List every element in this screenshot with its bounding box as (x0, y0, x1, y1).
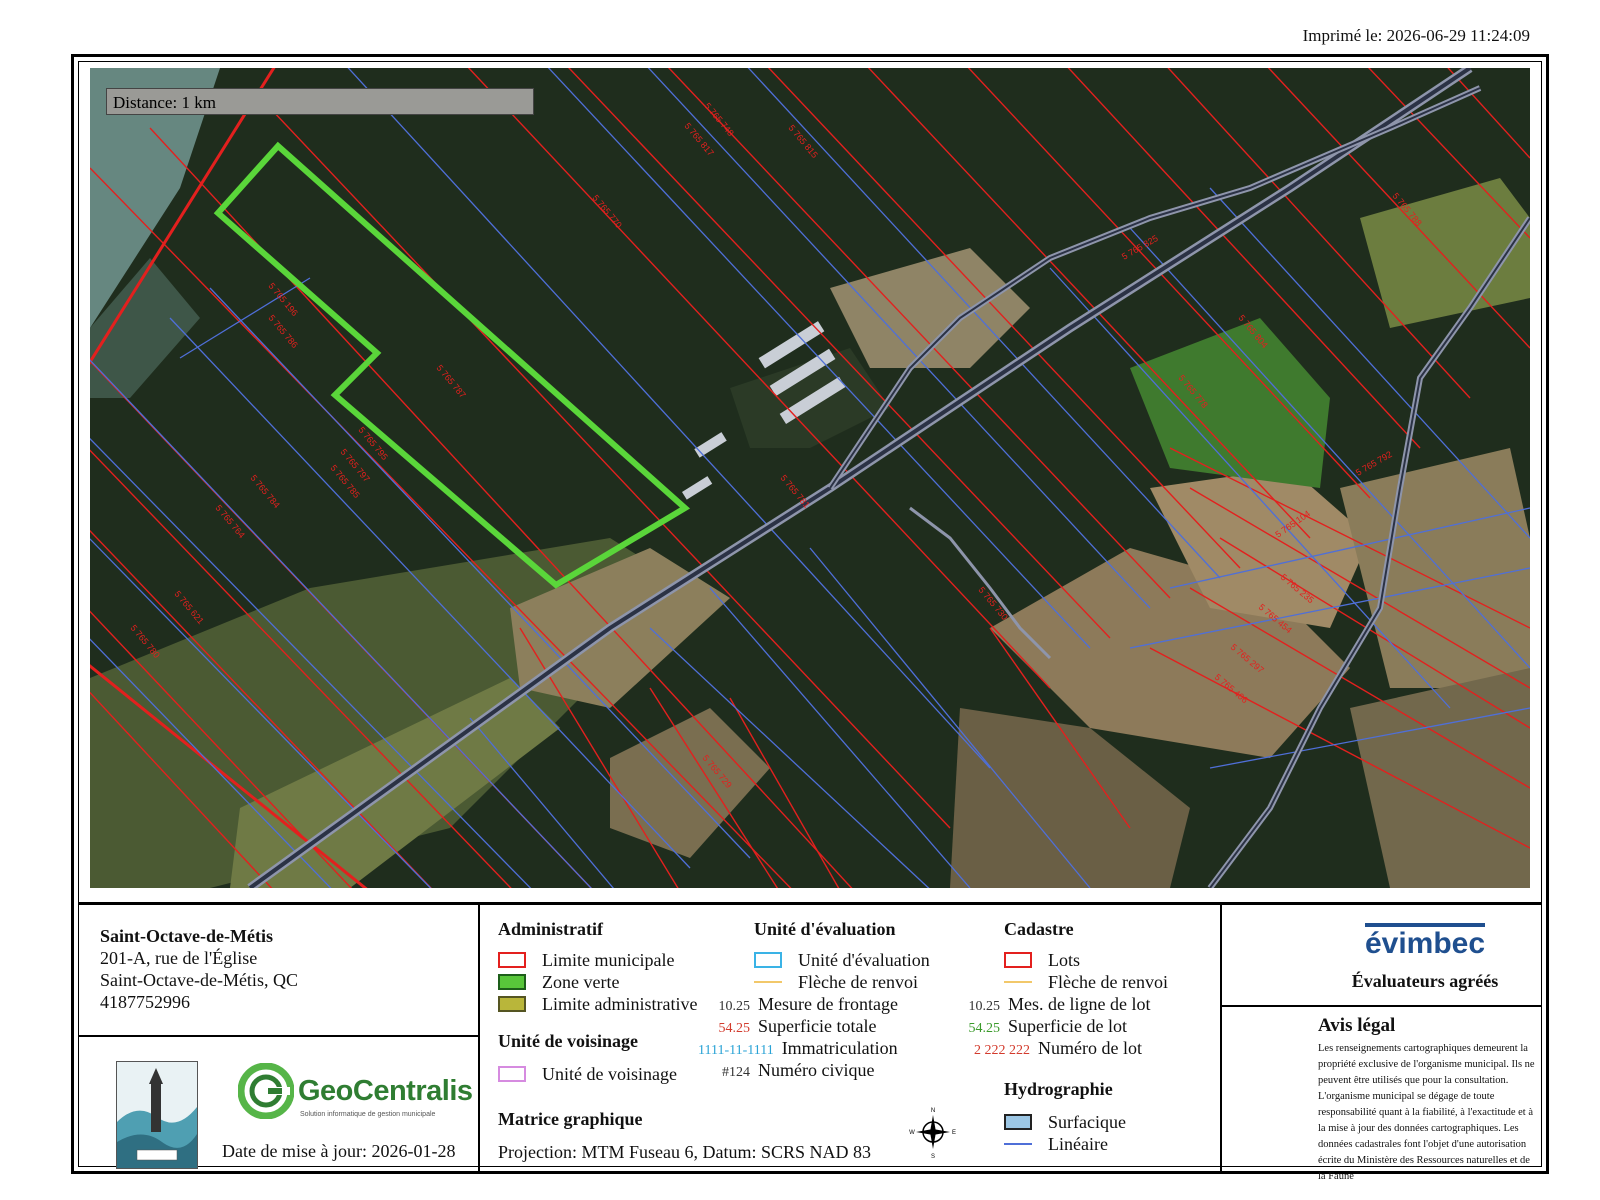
lots-swatch (1004, 951, 1032, 968)
municipality-info: Saint-Octave-de-Métis 201-A, rue de l'Ég… (100, 925, 298, 1013)
legend-item-cadastre-fleche: Flèche de renvoi (1004, 971, 1168, 993)
unite-voisinage-swatch (498, 1065, 526, 1082)
logos-block: GeoCentralis Solution informatique de ge… (108, 1055, 492, 1169)
arrow-line-icon (754, 980, 782, 983)
legend-item-limite-administrative: Limite administrative (498, 993, 697, 1015)
municipality-name: Saint-Octave-de-Métis (100, 926, 273, 946)
map-viewport[interactable]: 5 765 196 5 765 787 5 765 786 5 765 795 … (90, 68, 1530, 888)
legend-item-fleche-renvoi: Flèche de renvoi (754, 971, 918, 993)
divider (1220, 1005, 1542, 1007)
municipality-phone: 4187752996 (100, 992, 190, 1012)
legend-panel: Saint-Octave-de-Métis 201-A, rue de l'Ég… (78, 902, 1542, 1182)
legend-item-numero-lot: 2 222 222 Numéro de lot (974, 1038, 1142, 1058)
municipality-city: Saint-Octave-de-Métis, QC (100, 970, 298, 990)
zone-verte-swatch (498, 973, 526, 990)
legal-notice-title: Avis légal (1318, 1015, 1396, 1036)
divider (1220, 905, 1222, 1171)
limite-administrative-swatch (498, 995, 526, 1012)
municipal-crest-icon (116, 1061, 198, 1169)
aerial-map[interactable]: 5 765 196 5 765 787 5 765 786 5 765 795 … (90, 68, 1530, 888)
evimbec-logo: évimbec (1364, 923, 1486, 961)
svg-text:S: S (931, 1154, 935, 1159)
evimbec-block: évimbec Évaluateurs agréés (1308, 923, 1542, 992)
voisinage-title: Unité de voisinage (498, 1031, 639, 1051)
linear-line-icon (1004, 1142, 1032, 1145)
legend-item-surfacique: Surfacique (1004, 1111, 1126, 1133)
legend-item-unite-evaluation: Unité d'évaluation (754, 949, 930, 971)
municipality-address: 201-A, rue de l'Église (100, 948, 258, 968)
svg-text:E: E (952, 1130, 956, 1136)
legend-item-zone-verte: Zone verte (498, 971, 619, 993)
arrow-line-icon (1004, 980, 1032, 983)
cadastre-title: Cadastre (1004, 919, 1074, 939)
evimbec-subtitle: Évaluateurs agréés (1351, 971, 1499, 991)
compass-rose-icon: N S E W (909, 1108, 956, 1159)
divider (78, 1035, 480, 1037)
scale-distance-label: Distance: 1 km (106, 88, 534, 115)
legal-notice-text: Les renseignements cartographiques demeu… (1318, 1043, 1535, 1182)
evaluation-title: Unité d'évaluation (754, 919, 896, 939)
projection-info: Projection: MTM Fuseau 6, Datum: SCRS NA… (498, 1142, 872, 1162)
surfacique-swatch (1004, 1113, 1032, 1130)
geocentralis-name: GeoCentralis (298, 1075, 473, 1107)
update-date: Date de mise à jour: 2026-01-28 (222, 1141, 456, 1161)
legend-item-unite-voisinage: Unité de voisinage (498, 1063, 677, 1085)
legend-item-numero-civique: #124 Numéro civique (722, 1060, 875, 1080)
geocentralis-logo-icon (238, 1063, 294, 1119)
administratif-title: Administratif (498, 919, 603, 939)
geocentralis-tagline: Solution informatique de gestion municip… (300, 1111, 436, 1118)
svg-text:N: N (931, 1108, 935, 1114)
matrice-title: Matrice graphique (498, 1109, 643, 1129)
svg-text:W: W (909, 1130, 915, 1136)
limite-municipale-swatch (498, 951, 526, 968)
hydro-title: Hydrographie (1004, 1079, 1113, 1099)
legend-item-lots: Lots (1004, 949, 1080, 971)
unite-evaluation-swatch (754, 951, 782, 968)
legend-item-lineaire: Linéaire (1004, 1133, 1108, 1155)
print-timestamp: Imprimé le: 2026-06-29 11:24:09 (1302, 26, 1530, 45)
legend-item-limite-municipale: Limite municipale (498, 949, 674, 971)
